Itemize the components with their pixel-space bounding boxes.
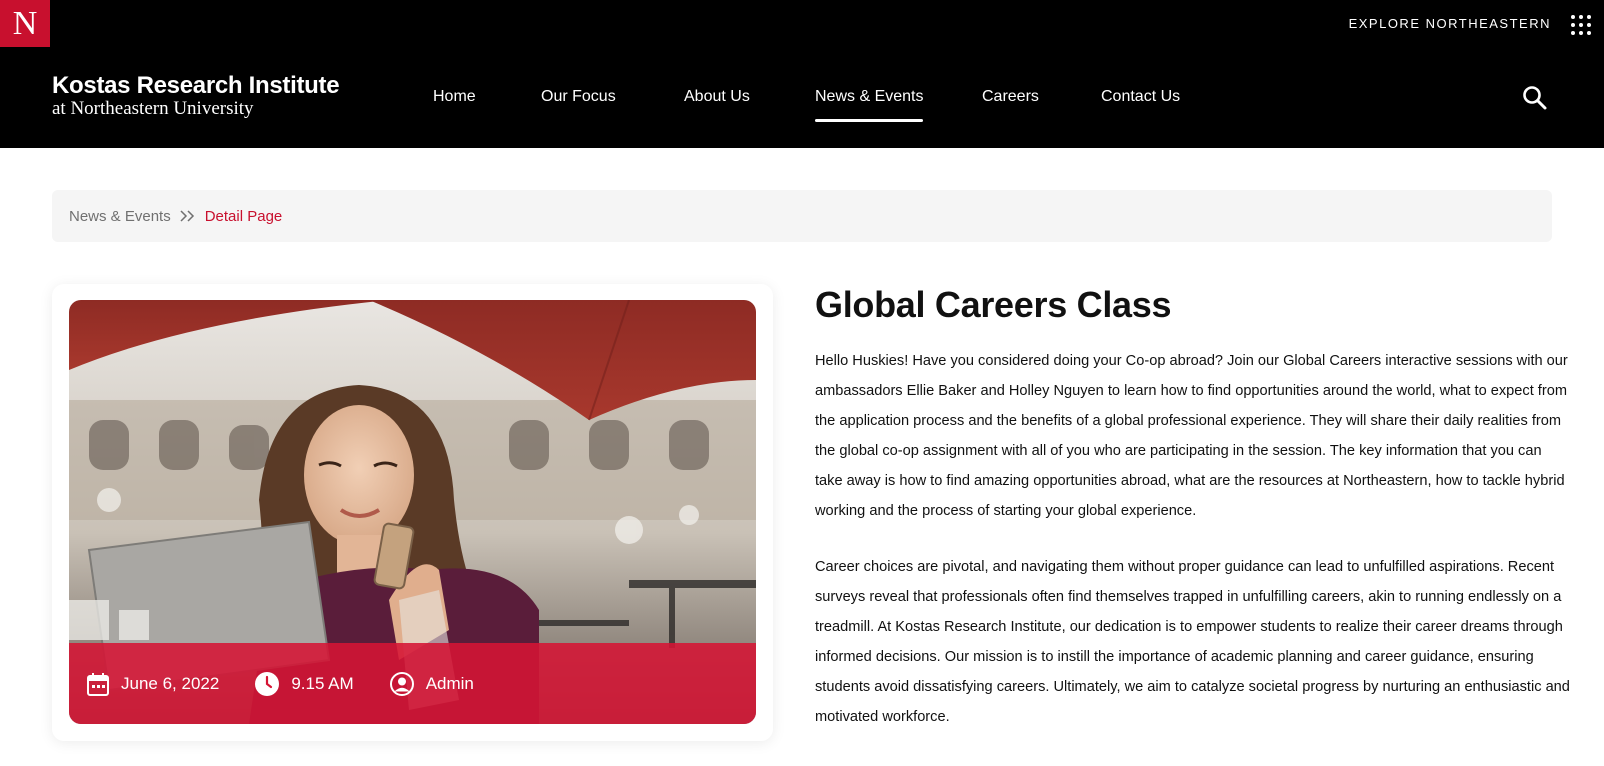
nav-about-us[interactable]: About Us [684, 88, 750, 106]
grid-menu-icon[interactable] [1571, 15, 1591, 35]
calendar-icon [87, 672, 109, 696]
brand-logo[interactable]: Kostas Research Institute at Northeaster… [52, 72, 340, 120]
event-image-card: June 6, 2022 9.15 AM Admin [52, 284, 773, 741]
nav-our-focus[interactable]: Our Focus [541, 88, 616, 106]
breadcrumb-current[interactable]: Detail Page [205, 208, 283, 225]
clock-icon [255, 671, 280, 696]
logo-letter: N [12, 4, 38, 42]
event-title: Global Careers Class [815, 284, 1172, 325]
double-chevron-icon [179, 209, 197, 223]
event-date: June 6, 2022 [87, 672, 219, 696]
nav-contact-us[interactable]: Contact Us [1101, 88, 1180, 106]
event-photo: June 6, 2022 9.15 AM Admin [69, 300, 756, 724]
nav-news-events[interactable]: News & Events [815, 88, 924, 122]
breadcrumb: News & Events Detail Page [52, 190, 1552, 242]
northeastern-logo[interactable]: N [0, 0, 50, 47]
search-icon[interactable] [1522, 85, 1548, 111]
event-time: 9.15 AM [255, 671, 354, 696]
brand-subtitle: at Northeastern University [52, 98, 254, 119]
nav-home[interactable]: Home [433, 88, 476, 106]
event-time-text: 9.15 AM [291, 673, 354, 693]
site-header: N EXPLORE NORTHEASTERN Kostas Research I… [0, 0, 1604, 148]
brand-name: Kostas Research Institute [52, 72, 340, 99]
nav-careers[interactable]: Careers [982, 88, 1039, 106]
event-date-text: June 6, 2022 [121, 673, 220, 693]
event-description-paragraph: Career choices are pivotal, and navigati… [815, 559, 1570, 725]
event-author-text: Admin [425, 673, 474, 693]
event-author: Admin [389, 671, 474, 696]
event-description-paragraph: Hello Huskies! Have you considered doing… [815, 353, 1568, 519]
event-meta-bar: June 6, 2022 9.15 AM Admin [69, 643, 756, 724]
user-icon [389, 671, 414, 696]
explore-northeastern-link[interactable]: EXPLORE NORTHEASTERN [1349, 16, 1551, 31]
breadcrumb-parent[interactable]: News & Events [69, 208, 171, 225]
